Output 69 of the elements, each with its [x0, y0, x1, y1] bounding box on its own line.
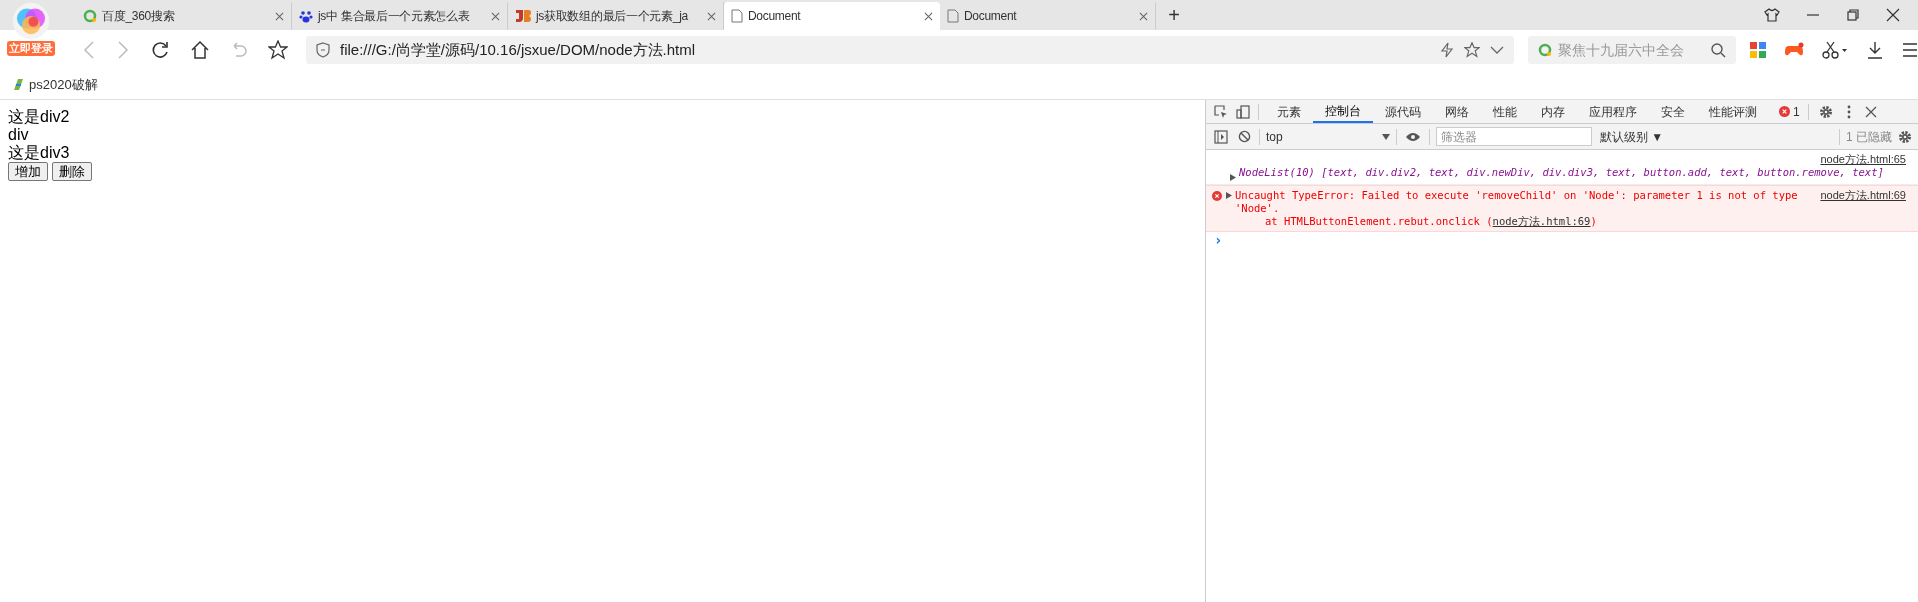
sidebar-toggle-icon[interactable] [1214, 129, 1228, 144]
devtools-tab[interactable]: 内存 [1529, 100, 1577, 123]
levels-dropdown[interactable]: 默认级别 ▼ [1600, 127, 1664, 146]
shirt-icon[interactable] [1764, 7, 1780, 23]
page-icon [947, 9, 959, 23]
shield-icon [316, 42, 330, 58]
expand-triangle-icon[interactable] [1230, 174, 1236, 181]
eye-icon[interactable] [1405, 131, 1421, 142]
new-tab-button[interactable]: + [1156, 0, 1192, 30]
close-icon[interactable] [1864, 105, 1877, 118]
leaf-icon [12, 78, 24, 91]
ring-icon [1538, 43, 1553, 57]
devtools-tab[interactable]: 性能评测 [1697, 100, 1769, 123]
bookmark[interactable]: ps2020破解 [12, 74, 98, 95]
devtools-tab[interactable]: 网络 [1433, 100, 1481, 123]
gamepad-icon[interactable] [1784, 42, 1804, 58]
reload-icon[interactable] [150, 40, 170, 60]
page-text: 这是div3 [8, 144, 70, 161]
inspect-icon[interactable] [1214, 104, 1228, 119]
clear-console-icon[interactable] [1238, 130, 1251, 143]
star-icon[interactable] [268, 40, 288, 60]
search-icon[interactable] [1710, 42, 1726, 58]
apps-grid-icon[interactable] [1750, 42, 1766, 58]
page-icon [731, 9, 743, 23]
restore-icon[interactable] [1846, 8, 1860, 22]
chevron-down-icon[interactable] [1490, 45, 1505, 55]
lightning-icon[interactable] [1440, 42, 1455, 58]
paw-icon [299, 9, 313, 23]
home-icon[interactable] [190, 40, 210, 60]
download-icon[interactable] [1866, 41, 1884, 59]
stack-trace-text: at HTMLButtonElement.rebut.onclick ( [1265, 215, 1493, 227]
close-icon[interactable] [924, 11, 933, 21]
devtools-tab[interactable]: 元素 [1265, 100, 1313, 123]
site-logo-icon [515, 9, 531, 23]
page-text: 这是div2 [8, 108, 70, 125]
caret-icon [1382, 133, 1390, 140]
filter-field[interactable]: 筛选器 [1436, 127, 1592, 146]
stack-trace-text: ) [1590, 215, 1597, 227]
hidden-count: 1 已隐藏 [1846, 128, 1892, 146]
page-button[interactable]: 删除 [52, 162, 92, 181]
settings-icon[interactable] [1818, 104, 1833, 119]
stack-link[interactable]: node方法.html:69 [1492, 215, 1591, 227]
device-icon[interactable] [1236, 104, 1250, 119]
close-icon[interactable] [1886, 8, 1900, 22]
context-dropdown[interactable]: top [1260, 127, 1396, 146]
star-icon[interactable] [1464, 42, 1481, 58]
console-prompt[interactable]: › [1206, 232, 1918, 247]
expand-triangle-icon[interactable] [1226, 192, 1232, 199]
scissors-icon[interactable] [1822, 41, 1848, 59]
source-link[interactable]: node方法.html:65 [1820, 153, 1906, 166]
devtools-tab[interactable]: 源代码 [1373, 100, 1433, 123]
devtools-tab[interactable]: 性能 [1481, 100, 1529, 123]
source-link[interactable]: node方法.html:69 [1820, 189, 1906, 215]
error-counter[interactable]: 1 [1779, 102, 1800, 121]
settings-icon[interactable] [1898, 129, 1912, 144]
browser-tab[interactable]: Document [724, 2, 940, 30]
devtools-tab[interactable]: 应用程序 [1577, 100, 1649, 123]
page-button[interactable]: 增加 [8, 162, 48, 181]
page-text: div [8, 126, 29, 143]
devtools-tab[interactable]: 安全 [1649, 100, 1697, 123]
more-icon[interactable] [1846, 104, 1851, 119]
address-bar[interactable]: file:///G:/尚学堂/源码/10.16/jsxue/DOM/node方法.html [306, 36, 1515, 64]
error-icon [1212, 191, 1222, 201]
address-text: file:///G:/尚学堂/源码/10.16/jsxue/DOM/node方法.html [340, 39, 697, 60]
menu-icon[interactable] [1902, 43, 1918, 57]
error-icon [1779, 106, 1790, 117]
ring-icon [83, 9, 97, 23]
error-text: Uncaught TypeError: Failed to execute 'removeChild' on 'Node': parameter 1 is not of type 'Node'. [1235, 189, 1799, 215]
console-log-text: NodeList(10) [text, div.div2, text, div.newDiv, div.div3, text, button.add, text, button.remove, text] [1239, 166, 1885, 179]
